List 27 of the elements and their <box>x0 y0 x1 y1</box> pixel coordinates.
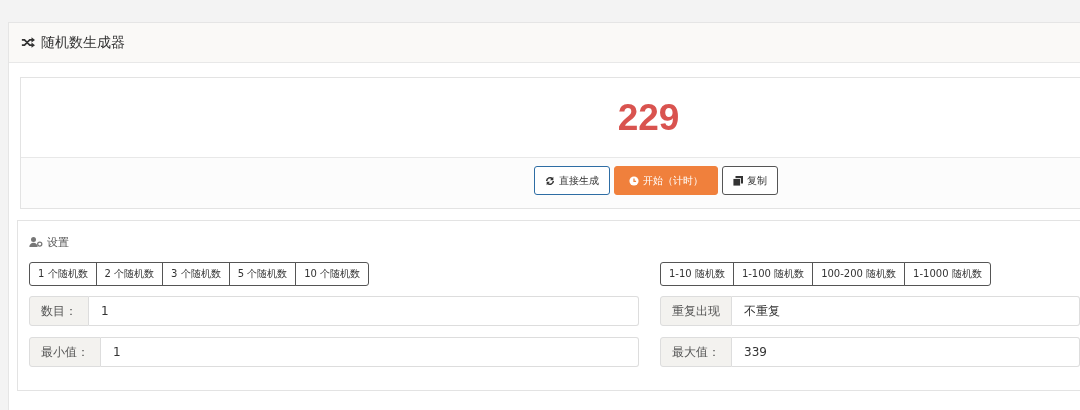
range-preset-button[interactable]: 100-200 随机数 <box>812 262 906 286</box>
count-preset-button[interactable]: 2 个随机数 <box>95 262 164 286</box>
field-label: 最小值： <box>29 337 101 367</box>
field-label: 重复出现 <box>660 296 732 326</box>
input-field[interactable]: 1 <box>89 296 639 326</box>
copy-icon <box>733 175 743 186</box>
count-preset-button[interactable]: 5 个随机数 <box>228 262 297 286</box>
count-preset-button[interactable]: 10 个随机数 <box>295 262 370 286</box>
field-label: 数目： <box>29 296 89 326</box>
random-number: 229 <box>617 96 680 139</box>
count-preset-button[interactable]: 1 个随机数 <box>29 262 97 286</box>
field-label: 最大值： <box>660 337 732 367</box>
generate-button[interactable]: 直接生成 <box>534 166 610 195</box>
shuffle-icon <box>21 37 35 48</box>
refresh-icon <box>545 175 555 186</box>
count-preset-button[interactable]: 3 个随机数 <box>162 262 230 286</box>
copy-button[interactable]: 复制 <box>722 166 778 195</box>
range-preset-button[interactable]: 1-1000 随机数 <box>904 262 991 286</box>
panel-title: 随机数生成器 <box>41 33 125 52</box>
user-settings-icon <box>29 237 43 247</box>
settings-title: 设置 <box>47 234 69 250</box>
range-preset-button[interactable]: 1-100 随机数 <box>732 262 814 286</box>
range-preset-button[interactable]: 1-10 随机数 <box>660 262 734 286</box>
input-field[interactable]: 1 <box>101 337 639 367</box>
input-field[interactable]: 不重复 <box>732 296 1080 326</box>
clock-icon <box>629 175 639 186</box>
input-field[interactable]: 339 <box>732 337 1080 367</box>
